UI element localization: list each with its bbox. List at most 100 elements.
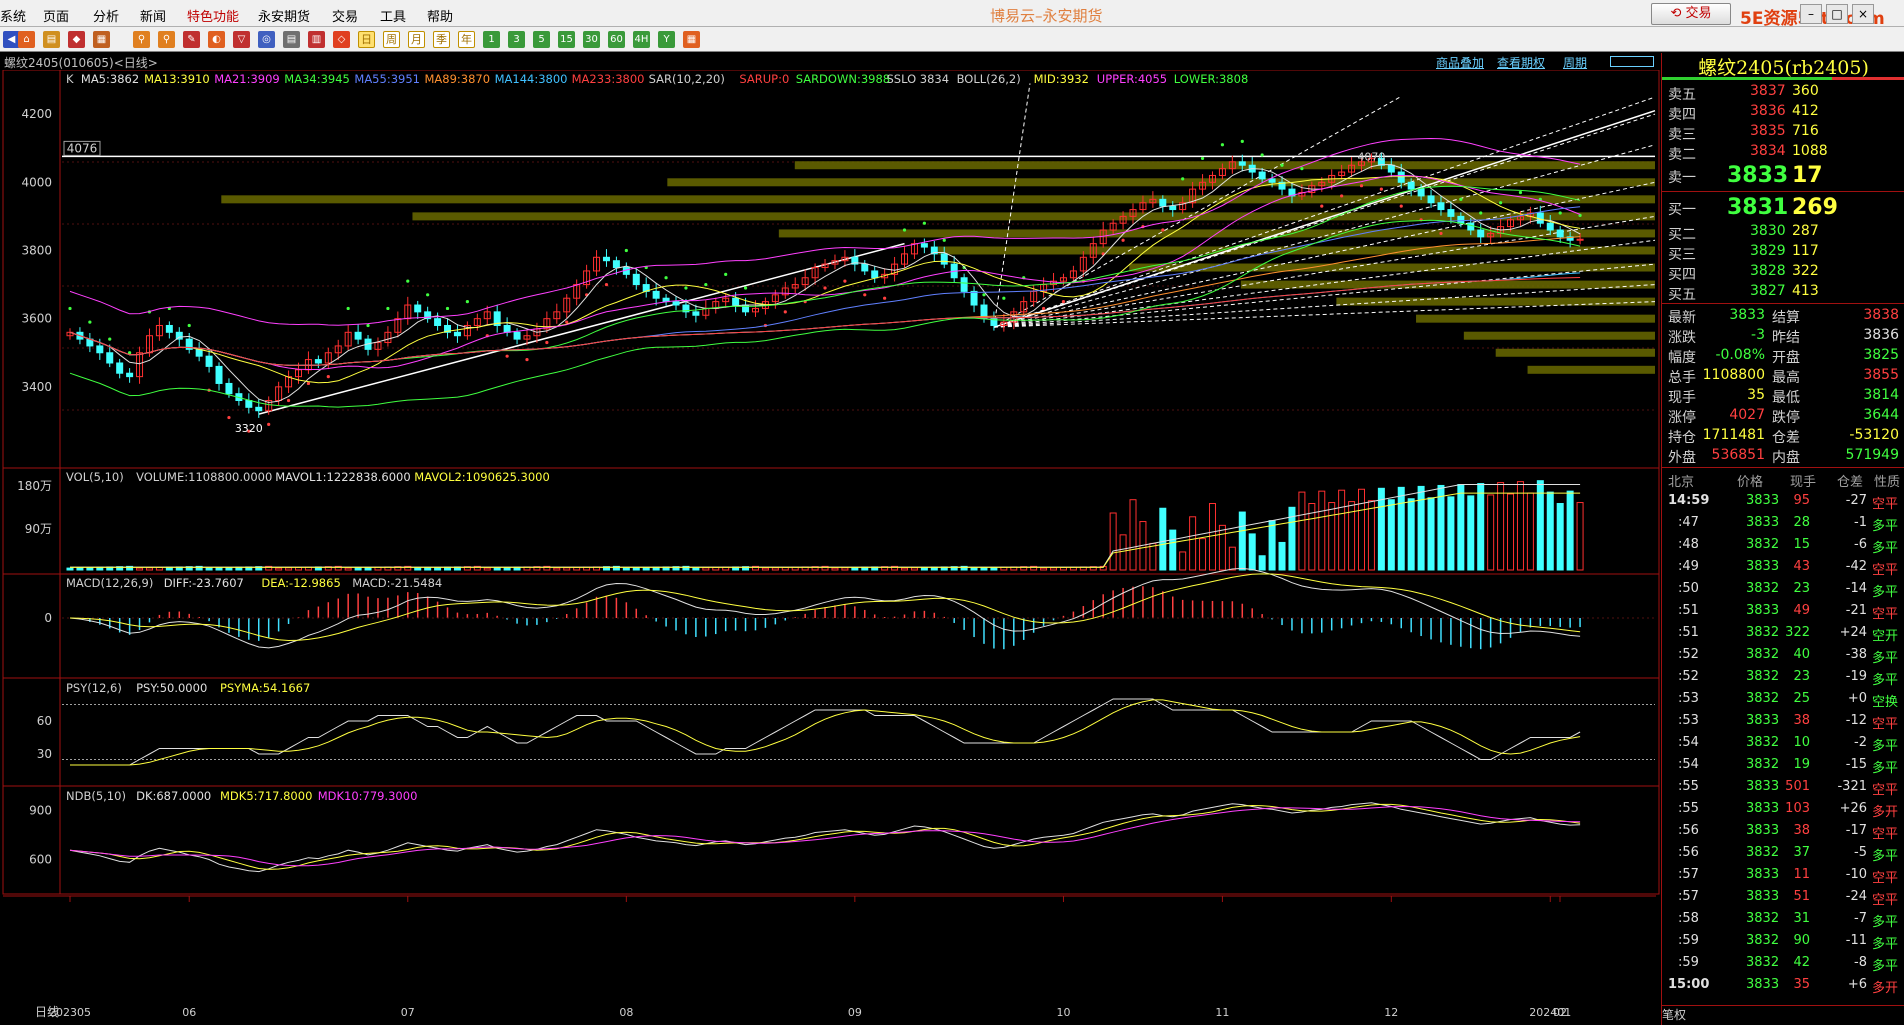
home-icon[interactable]: ⌂ [18,31,35,48]
ask-price: 3837 [1750,83,1786,99]
period-quarter-button[interactable]: 季 [433,31,450,48]
period-week-button[interactable]: 周 [383,31,400,48]
stat-label: 最高 [1772,370,1800,386]
bid-volume: 287 [1792,223,1819,239]
stat-label: 内盘 [1772,450,1800,466]
period-30min-button[interactable]: 30 [583,31,600,48]
psy-axis-label: 30 [37,747,52,761]
main-indicator-legend: K [66,72,74,86]
volume-bar [692,567,700,571]
period-month-button[interactable]: 月 [408,31,425,48]
folder-icon[interactable]: ▤ [43,31,60,48]
tick-price: 3832 [1746,955,1780,970]
draw-icon[interactable]: ✎ [183,31,200,48]
tick-position-change: -10 [1845,867,1867,882]
tick-position-change: +6 [1847,977,1867,992]
stat-value: 1108800 [1702,367,1765,383]
period-60min-button[interactable]: 60 [608,31,625,48]
stat-value: -0.08% [1715,347,1765,363]
tick-position-change: -2 [1854,735,1867,750]
quote-icon[interactable]: ◆ [68,31,85,48]
period-year-button[interactable]: 年 [458,31,475,48]
search-icon[interactable]: ⚲ [133,31,150,48]
ask-label: 卖三 [1668,127,1696,143]
tick-nature: 空平 [1872,717,1899,732]
separator [1662,191,1904,192]
tick-nature: 空平 [1872,893,1899,908]
sar-dot [1121,238,1125,242]
volume-bar [414,567,422,571]
indicator-icon[interactable]: ◎ [258,31,275,48]
period-5min-button[interactable]: 5 [533,31,550,48]
tick-position-change: -8 [1854,955,1867,970]
options-link[interactable]: 查看期权 [1497,54,1545,71]
ticks-header-label: 性质 [1874,475,1901,490]
menu-help[interactable]: 帮助 [427,6,453,25]
menu-features[interactable]: 特色功能 [187,6,239,25]
tick-row: :50 3832 23 -14 多平 [1662,579,1904,601]
bid-label: 买五 [1668,287,1696,303]
tick-nature: 多平 [1872,541,1899,556]
period-1min-button[interactable]: 1 [483,31,500,48]
tick-position-change: -6 [1854,537,1867,552]
tick-time: :53 [1678,691,1699,706]
close-icon[interactable]: × [1852,4,1874,24]
table-icon[interactable]: ▤ [283,31,300,48]
menu-news[interactable]: 新闻 [140,6,166,25]
tick-row: :56 3832 37 -5 多平 [1662,843,1904,865]
panel-tab[interactable]: 笔 [1662,1008,1674,1022]
candle-body [503,324,511,333]
candle-body [652,290,660,299]
calc-icon[interactable]: ▦ [93,31,110,48]
tick-row: 14:59 3833 95 -27 空平 [1662,491,1904,513]
tick-price: 3832 [1746,911,1780,926]
ticks-header-label: 价格 [1737,475,1764,490]
period-3min-button[interactable]: 3 [508,31,525,48]
custom-period-icon[interactable]: Y [658,31,675,48]
x-axis-label: 06 [182,1006,196,1019]
tick-price: 3833 [1746,801,1780,816]
menu-trade[interactable]: 交易 [332,6,358,25]
sar-dot [1498,201,1503,205]
tick-nature: 多平 [1872,915,1899,930]
maximize-icon[interactable]: □ [1826,4,1848,24]
candle-body [1447,209,1455,217]
tick-price: 3833 [1746,889,1780,904]
sar-dot [1558,211,1562,215]
price-axis-label: 3800 [21,243,52,257]
alert-icon[interactable]: ◐ [208,31,225,48]
ask-volume: 1088 [1792,143,1828,159]
stat-label: 仓差 [1772,430,1800,446]
tick-icon[interactable]: ◇ [333,31,350,48]
filter-icon[interactable]: ▽ [233,31,250,48]
zoom-icon[interactable]: ⚲ [158,31,175,48]
tick-position-change: -38 [1845,647,1867,662]
tick-time: :57 [1678,889,1699,904]
trade-button[interactable]: ⟲ 交易 [1651,3,1731,25]
menu-tools[interactable]: 工具 [380,6,406,25]
tick-time: :55 [1678,801,1699,816]
stat-value: 571949 [1845,447,1899,463]
overlay-link[interactable]: 商品叠加 [1436,54,1484,71]
mavol2-line [70,492,1581,568]
kline-chart[interactable]: 42004000380036003400180万90万0603090060040… [0,70,1660,1025]
panel-tab[interactable]: 权 [1674,1008,1686,1022]
layout-toggle-icon[interactable] [1610,56,1654,67]
menu-page[interactable]: 页面 [43,6,69,25]
period-day-button[interactable]: 日 [358,31,375,48]
menu-analysis[interactable]: 分析 [93,6,119,25]
menu-yongan-futures[interactable]: 永安期货 [258,6,310,25]
minimize-icon[interactable]: – [1800,4,1822,24]
period-4h-button[interactable]: 4H [633,31,650,48]
sar-dot [823,286,827,290]
candle-body [1407,181,1415,190]
volume-bar [712,567,720,571]
layout-icon[interactable]: ▦ [683,31,700,48]
ndb-axis-label: 900 [29,803,52,817]
period-link[interactable]: 周期 [1563,54,1587,71]
tick-price: 3832 [1746,933,1780,948]
chart-bar-icon[interactable]: ▥ [308,31,325,48]
period-15min-button[interactable]: 15 [558,31,575,48]
volume-bar [1159,507,1167,571]
menu-system[interactable]: 系统 [0,6,26,25]
